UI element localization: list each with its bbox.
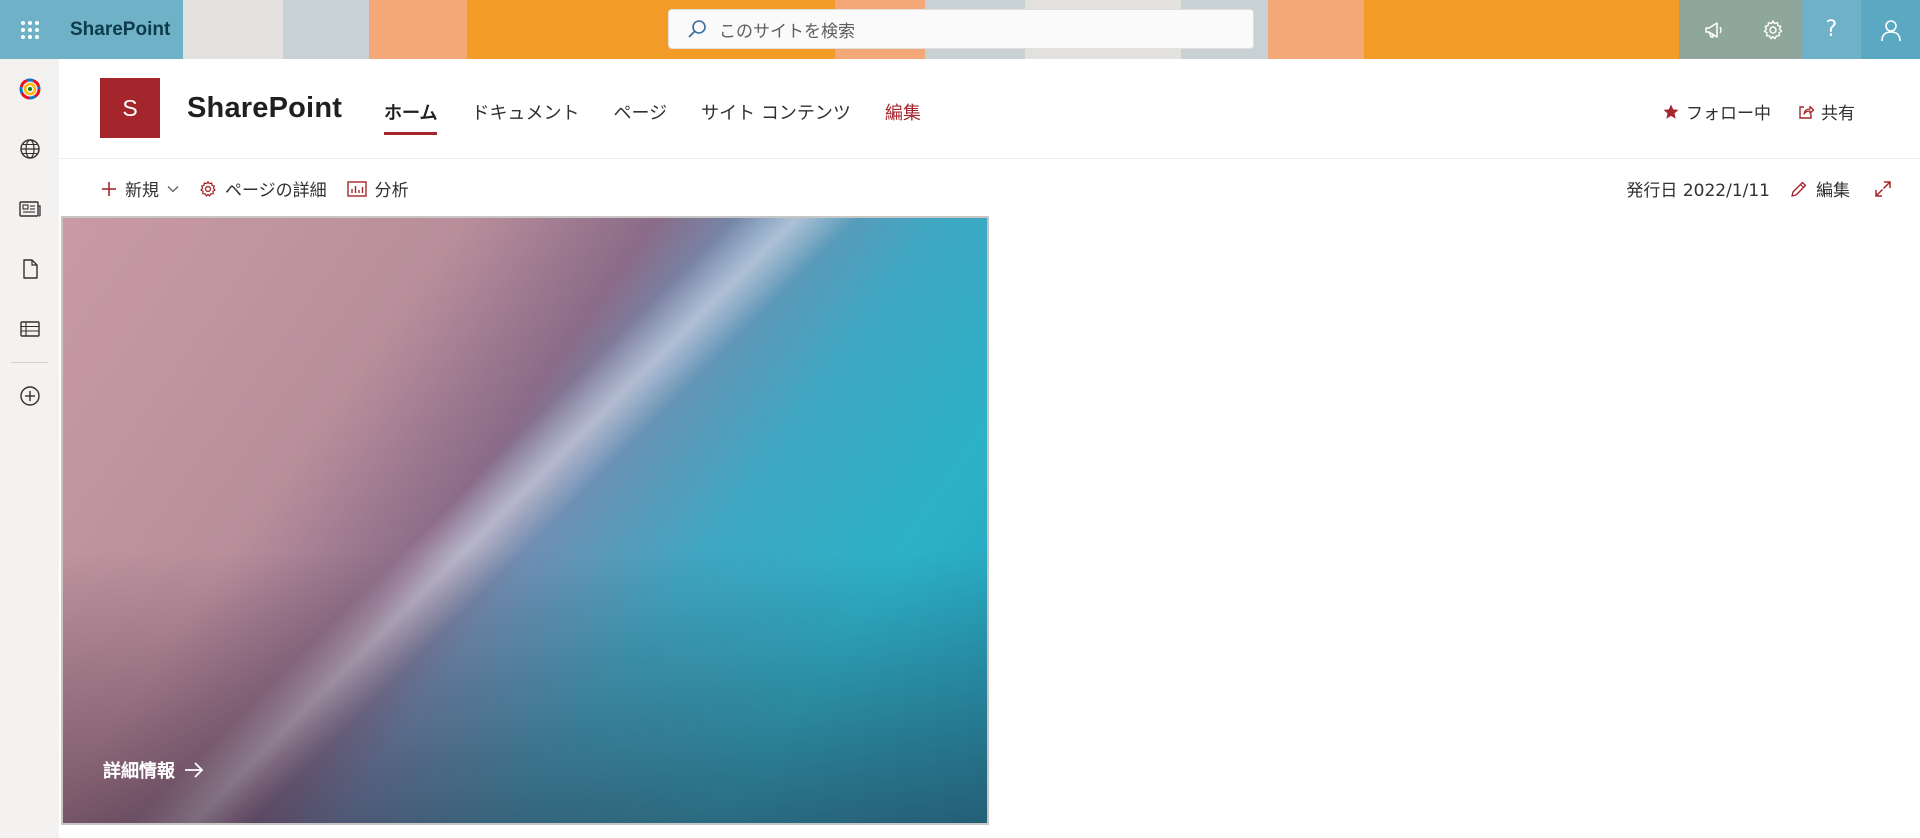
pencil-icon (1791, 181, 1807, 197)
analytics-icon (346, 180, 367, 197)
suite-app-name[interactable]: SharePoint (59, 0, 183, 59)
hero-tile[interactable]: 詳細情報 (61, 216, 989, 825)
megaphone-icon (1704, 21, 1722, 38)
suite-bar: SharePoint このサイトを検索 ? (0, 0, 1920, 59)
site-navigation: ホーム ドキュメント ページ サイト コンテンツ 編集 (384, 99, 955, 135)
expand-button[interactable] (1874, 180, 1892, 198)
appbar-divider (11, 362, 48, 363)
share-icon (1799, 105, 1815, 119)
arrow-right-icon (185, 762, 204, 778)
appbar-global-navigation[interactable] (0, 119, 59, 179)
command-bar: 新規 ページの詳細 分析 発行日 2022/1/11 編集 (59, 165, 1920, 211)
help-icon: ? (1825, 17, 1838, 42)
list-icon (19, 321, 40, 337)
settings-button[interactable] (1743, 0, 1802, 59)
new-label: 新規 (125, 181, 159, 201)
search-placeholder: このサイトを検索 (719, 21, 855, 42)
site-header: S SharePoint ホーム ドキュメント ページ サイト コンテンツ 編集… (59, 59, 1920, 159)
globe-icon (19, 139, 40, 159)
site-logo[interactable]: S (100, 78, 160, 138)
analytics-button[interactable]: 分析 (346, 176, 409, 201)
sharepoint-home-icon (19, 78, 40, 100)
search-box[interactable]: このサイトを検索 (668, 9, 1254, 49)
edit-page-label: 編集 (1816, 181, 1850, 201)
nav-site-contents[interactable]: サイト コンテンツ (701, 99, 851, 135)
star-icon (1663, 104, 1679, 119)
share-button[interactable]: 共有 (1797, 99, 1855, 124)
appbar-create[interactable] (0, 366, 59, 426)
new-button[interactable]: 新規 (101, 176, 179, 201)
gear-icon (200, 180, 216, 197)
chevron-down-icon (167, 185, 179, 192)
account-button[interactable] (1861, 0, 1920, 59)
hero-cta-label: 詳細情報 (103, 761, 175, 782)
page-details-label: ページの詳細 (225, 181, 327, 201)
hero-learn-more-link[interactable]: 詳細情報 (103, 757, 205, 783)
nav-pages[interactable]: ページ (613, 99, 667, 135)
waffle-icon (20, 20, 39, 39)
follow-button[interactable]: フォロー中 (1662, 99, 1771, 124)
search-icon (688, 20, 706, 38)
app-bar (0, 59, 59, 838)
appbar-files[interactable] (0, 239, 59, 299)
follow-label: フォロー中 (1686, 104, 1771, 124)
app-launcher-button[interactable] (0, 0, 59, 59)
help-button[interactable]: ? (1802, 0, 1861, 59)
gear-icon (1763, 19, 1782, 39)
expand-icon (1875, 180, 1891, 197)
share-label: 共有 (1821, 104, 1855, 124)
person-icon (1880, 19, 1901, 41)
published-date: 発行日 2022/1/11 (1626, 181, 1770, 201)
add-circle-icon (19, 386, 40, 406)
document-icon (22, 259, 38, 279)
plus-icon (102, 181, 116, 196)
nav-home[interactable]: ホーム (384, 99, 438, 135)
whats-new-button[interactable] (1684, 0, 1743, 59)
news-icon (18, 201, 41, 217)
site-title[interactable]: SharePoint (187, 92, 342, 125)
appbar-news[interactable] (0, 179, 59, 239)
appbar-lists[interactable] (0, 299, 59, 359)
page-details-button[interactable]: ページの詳細 (199, 176, 327, 201)
appbar-sharepoint-home[interactable] (0, 59, 59, 119)
analytics-label: 分析 (374, 181, 409, 201)
edit-page-button[interactable]: 編集 (1790, 176, 1850, 201)
nav-edit-link[interactable]: 編集 (885, 99, 921, 135)
nav-documents[interactable]: ドキュメント (471, 99, 579, 135)
